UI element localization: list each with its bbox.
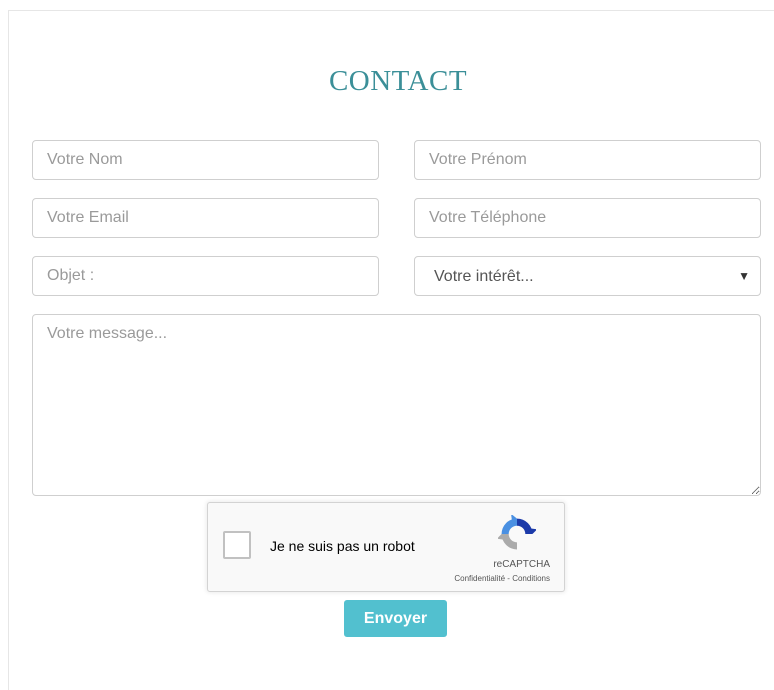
recaptcha-brand: reCAPTCHA bbox=[493, 559, 550, 570]
interest-select-value: Votre intérêt... bbox=[434, 268, 534, 285]
phone-input[interactable] bbox=[414, 198, 761, 238]
recaptcha-checkbox[interactable] bbox=[223, 531, 251, 559]
message-textarea[interactable] bbox=[32, 314, 761, 496]
recaptcha-widget: Je ne suis pas un robot reCAPTCHA Confid… bbox=[207, 502, 565, 592]
recaptcha-terms: Confidentialité - Conditions bbox=[454, 574, 550, 583]
recaptcha-label: Je ne suis pas un robot bbox=[270, 538, 415, 554]
interest-select[interactable]: Votre intérêt... ▼ bbox=[414, 256, 761, 296]
last-name-input[interactable] bbox=[32, 140, 379, 180]
first-name-input[interactable] bbox=[414, 140, 761, 180]
send-button[interactable]: Envoyer bbox=[344, 600, 447, 637]
recaptcha-privacy-link[interactable]: Confidentialité bbox=[454, 574, 505, 583]
page-title: CONTACT bbox=[328, 65, 468, 97]
email-input[interactable] bbox=[32, 198, 379, 238]
dropdown-arrow-icon: ▼ bbox=[738, 269, 750, 283]
recaptcha-logo-icon bbox=[498, 515, 536, 550]
subject-input[interactable] bbox=[32, 256, 379, 296]
recaptcha-conditions-link[interactable]: Conditions bbox=[512, 574, 550, 583]
